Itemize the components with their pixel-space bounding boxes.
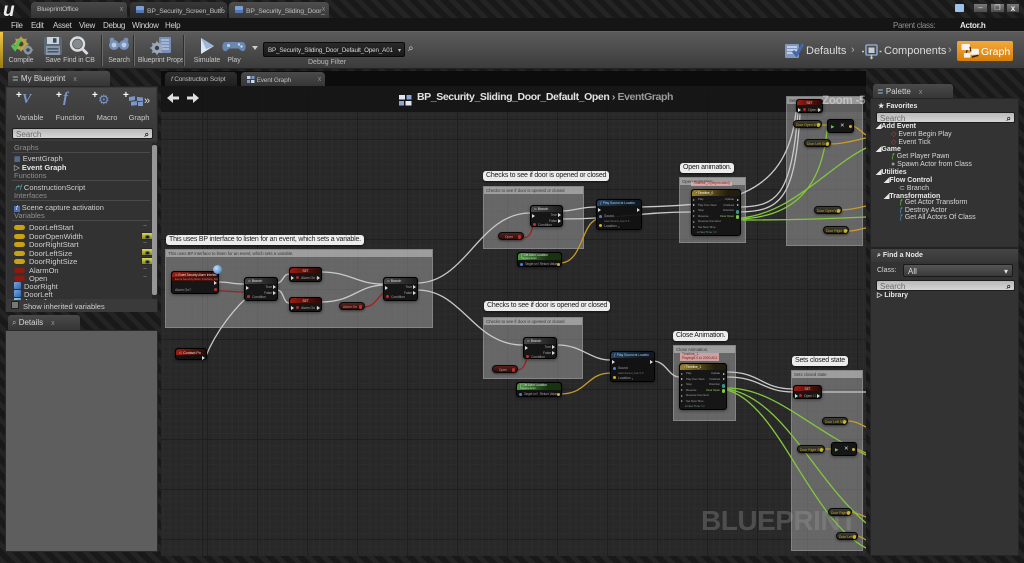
svg-text:u: u <box>3 1 15 17</box>
